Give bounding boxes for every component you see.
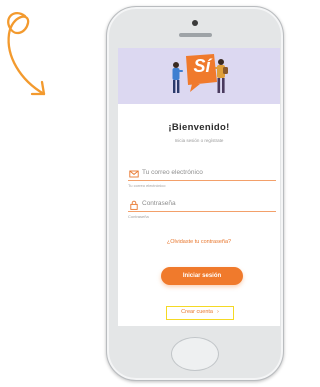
forgot-password-link[interactable]: ¿Olvidaste tu contraseña?	[118, 239, 280, 245]
lock-icon	[130, 200, 138, 210]
curved-arrow-icon	[7, 11, 46, 96]
create-account-label: Crear cuenta	[181, 309, 213, 315]
chevron-right-icon: ›	[216, 309, 219, 315]
password-helper-label: Contraseña	[128, 214, 149, 219]
email-helper-label: Tu correo electrónico	[128, 183, 166, 188]
email-placeholder: Tu correo electrónico	[142, 169, 203, 176]
hero-banner: Sí	[118, 48, 280, 104]
front-camera	[192, 20, 198, 26]
welcome-title: ¡Bienvenido!	[168, 122, 230, 133]
password-field[interactable]: Contraseña	[128, 199, 276, 212]
si-logo-text: Sí	[193, 56, 211, 76]
envelope-icon	[129, 170, 139, 178]
email-field[interactable]: Tu correo electrónico	[128, 168, 276, 181]
create-account-button[interactable]: Crear cuenta ›	[166, 306, 234, 320]
earpiece-speaker	[179, 33, 212, 37]
password-placeholder: Contraseña	[142, 200, 176, 207]
app-screen: Sí ¡Bienvenido! Inicia sesión o regístra…	[118, 48, 280, 326]
home-button[interactable]	[171, 337, 219, 371]
login-button[interactable]: Iniciar sesión	[161, 267, 243, 285]
welcome-subtitle: Inicia sesión o regístrate	[174, 138, 224, 143]
person-left-illustration	[172, 62, 183, 93]
